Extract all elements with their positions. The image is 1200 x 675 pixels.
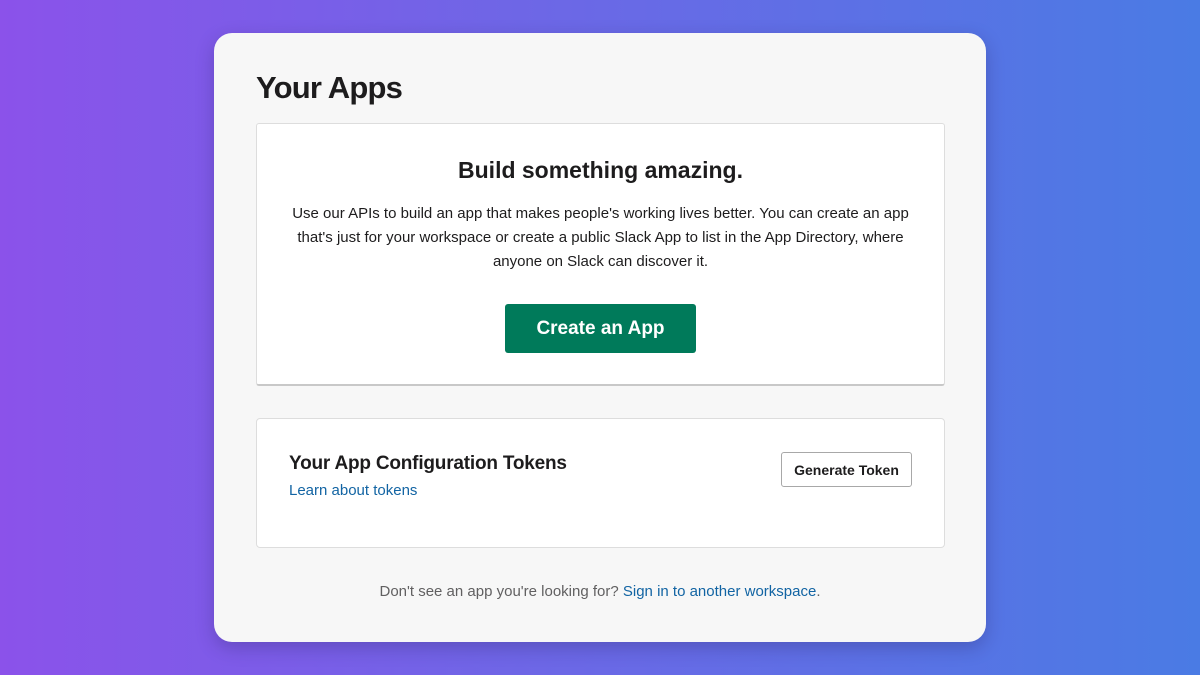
config-tokens-card: Your App Configuration Tokens Learn abou… xyxy=(256,418,945,548)
tokens-title: Your App Configuration Tokens xyxy=(289,453,567,474)
learn-about-tokens-link[interactable]: Learn about tokens xyxy=(289,482,417,499)
hero-description: Use our APIs to build an app that makes … xyxy=(292,205,909,270)
create-app-button[interactable]: Create an App xyxy=(505,304,696,353)
generate-token-button[interactable]: Generate Token xyxy=(781,452,912,487)
page-title: Your Apps xyxy=(256,70,403,105)
footer-suffix: . xyxy=(816,583,821,600)
sign-in-workspace-link[interactable]: Sign in to another workspace xyxy=(623,583,816,600)
footer-note: Don't see an app you're looking for? Sig… xyxy=(214,583,986,600)
footer-prompt: Don't see an app you're looking for? xyxy=(379,583,623,600)
hero-heading: Build something amazing. xyxy=(458,157,743,183)
build-app-card: Build something amazing. Use our APIs to… xyxy=(256,123,945,386)
apps-panel: Your Apps Build something amazing. Use o… xyxy=(214,33,986,642)
